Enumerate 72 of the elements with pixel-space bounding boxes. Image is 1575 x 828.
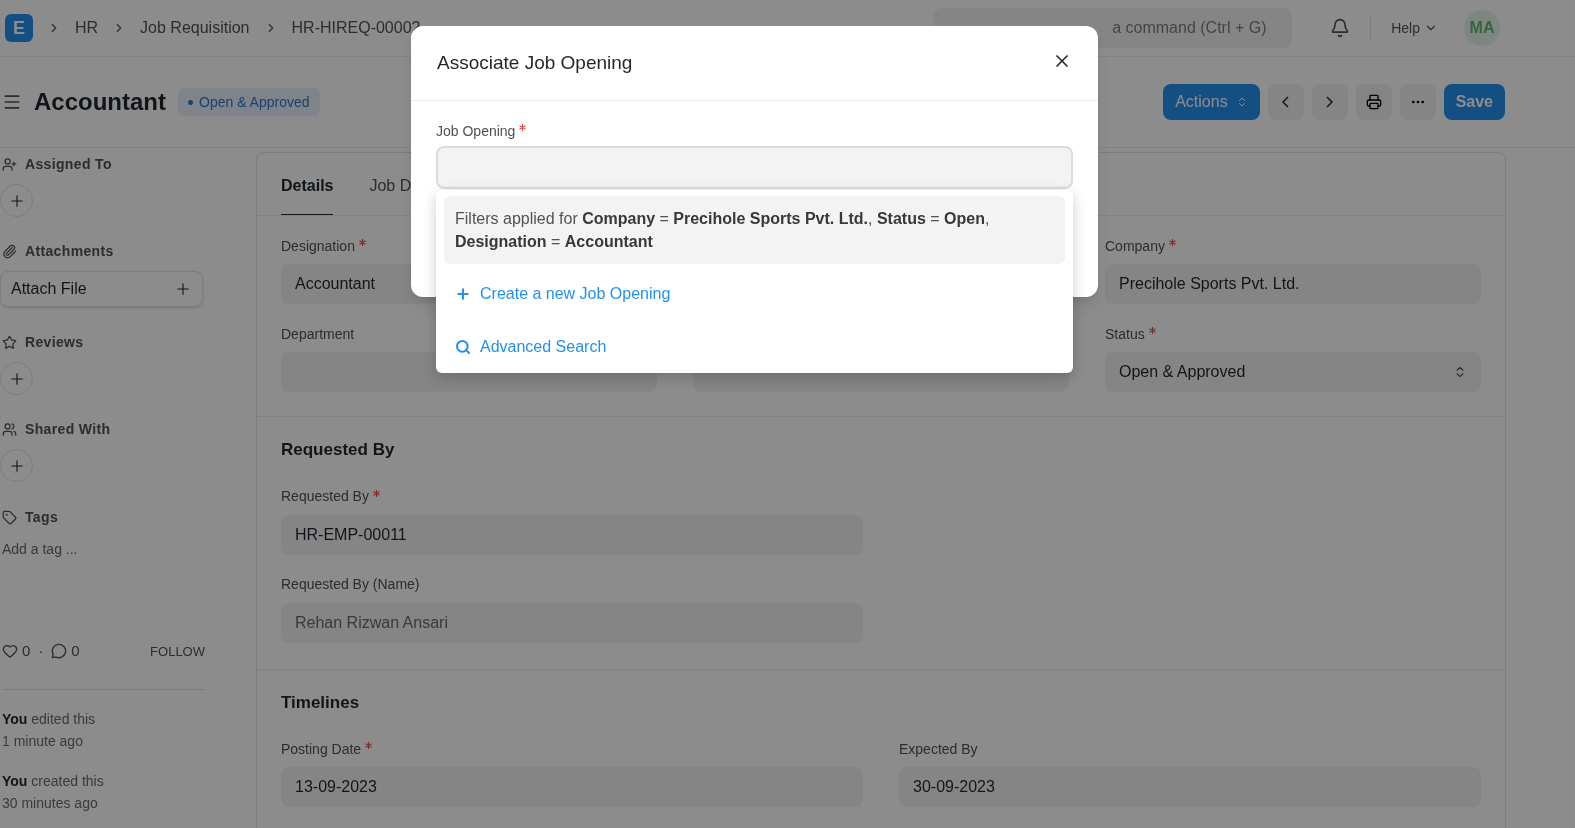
menu-icon[interactable] — [2, 92, 22, 112]
like-count: 0 — [22, 641, 31, 661]
input-field[interactable]: 30-09-2023 — [899, 767, 1481, 807]
actions-button[interactable]: Actions — [1163, 84, 1260, 120]
more-button[interactable] — [1399, 84, 1436, 120]
required-icon — [365, 742, 373, 749]
required-icon — [1148, 327, 1156, 334]
plus-icon — [455, 286, 471, 302]
sidebar-heading: Reviews — [25, 332, 84, 352]
tag-icon — [2, 509, 17, 525]
field-label: Department — [281, 324, 355, 344]
field-label: Expected By — [899, 739, 978, 759]
input-field[interactable] — [436, 146, 1073, 189]
attach-file-button[interactable]: Attach File — [0, 271, 203, 307]
help-menu[interactable]: Help — [1391, 17, 1438, 39]
sidebar-heading: Attachments — [25, 241, 114, 261]
comment-count: 0 — [71, 641, 80, 661]
activity-text: You edited this — [2, 709, 97, 729]
input-field[interactable]: Precihole Sports Pvt. Ltd. — [1105, 264, 1481, 304]
heart-icon[interactable] — [2, 643, 18, 660]
input-field[interactable]: Rehan Rizwan Ansari — [281, 602, 863, 643]
follow-link[interactable]: FOLLOW — [150, 641, 205, 661]
field-label: Posting Date — [281, 739, 362, 759]
field-label: Job Opening — [436, 121, 516, 141]
field-label: Requested By — [281, 487, 369, 506]
sidebar-heading: Assigned To — [25, 154, 112, 174]
required-icon — [358, 239, 366, 246]
paperclip-icon — [2, 243, 17, 259]
star-icon — [2, 334, 17, 350]
required-icon — [372, 489, 380, 497]
activity-text: You created this — [2, 771, 105, 791]
required-icon — [1168, 239, 1176, 246]
field-label: Requested By (Name) — [281, 575, 420, 594]
sidebar-heading: Tags — [25, 507, 59, 527]
required-icon — [519, 124, 527, 131]
previous-button[interactable] — [1267, 84, 1304, 120]
bell-icon[interactable] — [1330, 18, 1351, 38]
select-field[interactable]: Open & Approved — [1105, 352, 1481, 392]
tab[interactable]: Job D — [369, 153, 412, 215]
chevron-left-icon — [1282, 96, 1290, 108]
activity-time: 30 minutes ago — [2, 793, 99, 813]
section-title: Requested By — [281, 439, 396, 461]
status-badge: Open & Approved — [178, 88, 320, 116]
field-label: Company — [1105, 236, 1165, 256]
separator-dot: · — [38, 641, 44, 661]
input-field[interactable]: HR-EMP-00011 — [281, 514, 863, 555]
plus-icon — [174, 280, 192, 298]
app-logo[interactable]: E — [5, 14, 33, 42]
sidebar-heading: Shared With — [25, 419, 111, 439]
activity-time: 1 minute ago — [2, 731, 84, 751]
print-button[interactable] — [1355, 84, 1392, 120]
section-title: Timelines — [281, 691, 361, 714]
save-button[interactable]: Save — [1443, 84, 1505, 120]
add-tag-link[interactable]: Add a tag ... — [2, 539, 205, 560]
breadcrumb-link[interactable]: HR — [75, 16, 99, 40]
page-title: Accountant — [34, 87, 166, 117]
printer-icon — [1365, 94, 1382, 110]
create-job-opening-link[interactable]: Create a new Job Opening — [444, 280, 682, 308]
next-button[interactable] — [1311, 84, 1348, 120]
field-label: Designation — [281, 236, 355, 256]
dialog-title: Associate Job Opening — [437, 50, 633, 75]
search-icon — [455, 339, 471, 355]
tab[interactable]: Details — [281, 153, 334, 215]
filter-note: Filters applied for Company = Precihole Sports Pvt. Ltd., Status = Open, Designation = Accountant — [444, 196, 1065, 264]
comment-icon[interactable] — [51, 643, 68, 660]
breadcrumb-link[interactable]: Job Requisition — [140, 16, 250, 40]
users-icon — [2, 421, 17, 437]
chevron-right-icon — [1326, 96, 1334, 108]
field-label: Status — [1105, 324, 1145, 344]
advanced-search-link[interactable]: Advanced Search — [444, 333, 618, 361]
user-plus-icon — [2, 156, 17, 172]
input-field[interactable]: 13-09-2023 — [281, 767, 863, 807]
